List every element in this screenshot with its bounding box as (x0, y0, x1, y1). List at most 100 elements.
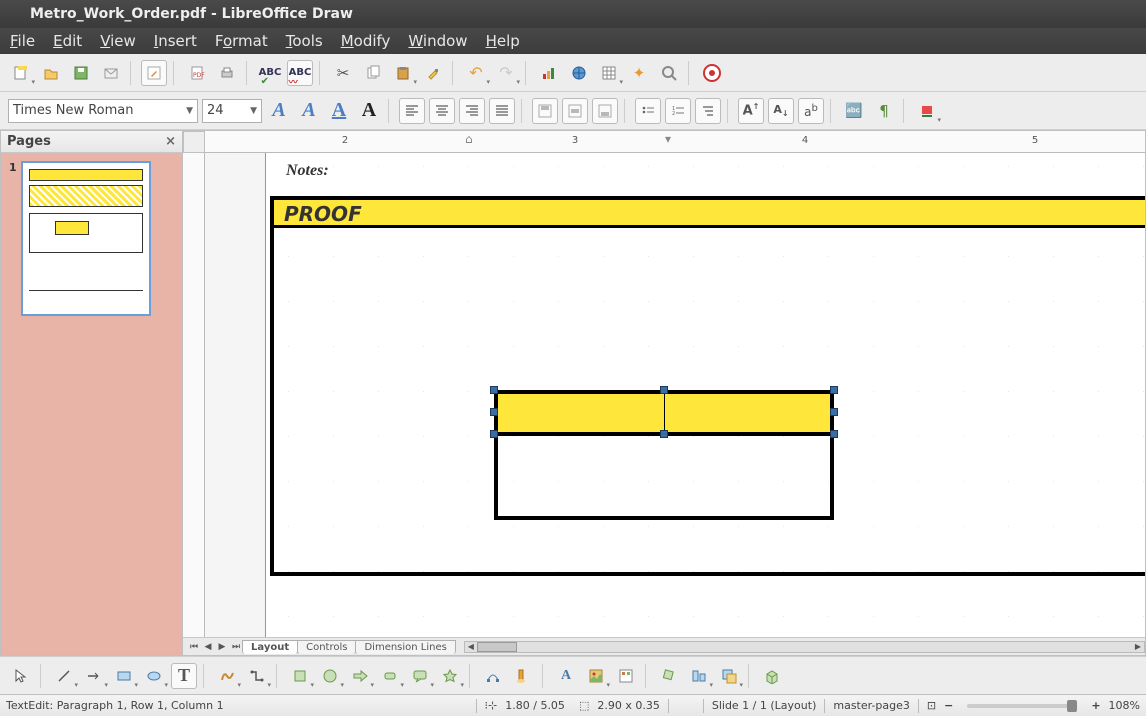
font-size-combo[interactable]: 24 ▼ (202, 99, 262, 123)
selection-handle[interactable] (830, 386, 838, 394)
selection-handle[interactable] (490, 386, 498, 394)
navigator-button[interactable]: ✦ (626, 60, 652, 86)
proof-frame[interactable]: PROOF (270, 196, 1145, 576)
selection-handle[interactable] (660, 430, 668, 438)
tab-nav-last[interactable]: ⏭ (229, 642, 243, 652)
numbering-button[interactable]: 12 (665, 98, 691, 124)
menu-edit[interactable]: Edit (53, 32, 82, 50)
valign-center-button[interactable] (562, 98, 588, 124)
align-center-button[interactable] (429, 98, 455, 124)
paragraph-button[interactable]: ¶ (871, 98, 897, 124)
tab-nav-next[interactable]: ▶ (215, 642, 229, 652)
new-button[interactable] (8, 60, 34, 86)
pages-thumbnails[interactable]: 1 (1, 153, 182, 655)
copy-button[interactable] (360, 60, 386, 86)
arrange-tool[interactable] (716, 663, 742, 689)
arrow-tool[interactable] (81, 663, 107, 689)
hyperlink-button[interactable] (566, 60, 592, 86)
selection-handle[interactable] (490, 408, 498, 416)
connector-tool[interactable] (244, 663, 270, 689)
outline-button[interactable] (695, 98, 721, 124)
open-button[interactable] (38, 60, 64, 86)
line-tool[interactable] (51, 663, 77, 689)
highlight-color-button[interactable] (914, 98, 940, 124)
horizontal-ruler[interactable]: ⌂ ▾ 2 3 4 5 (205, 131, 1145, 153)
selection-handle[interactable] (830, 430, 838, 438)
help-button[interactable] (699, 60, 725, 86)
curve-tool[interactable] (214, 663, 240, 689)
menu-view[interactable]: View (100, 32, 136, 50)
selection-handle[interactable] (490, 430, 498, 438)
block-arrows-tool[interactable] (347, 663, 373, 689)
cut-button[interactable]: ✂ (330, 60, 356, 86)
text-tool[interactable]: T (171, 663, 197, 689)
fontwork-tool[interactable]: A (553, 663, 579, 689)
format-paintbrush-button[interactable] (420, 60, 446, 86)
status-slide[interactable]: Slide 1 / 1 (Layout) (712, 699, 817, 712)
zoom-button[interactable] (656, 60, 682, 86)
print-button[interactable] (214, 60, 240, 86)
email-button[interactable] (98, 60, 124, 86)
tab-dimension-lines[interactable]: Dimension Lines (355, 640, 455, 654)
status-zoom[interactable]: 108% (1109, 699, 1140, 712)
font-color-button[interactable]: A (356, 98, 382, 124)
status-master[interactable]: master-page3 (833, 699, 910, 712)
stars-tool[interactable] (437, 663, 463, 689)
tab-layout[interactable]: Layout (242, 640, 298, 654)
flowchart-tool[interactable] (377, 663, 403, 689)
vertical-ruler[interactable] (183, 153, 205, 637)
valign-bottom-button[interactable] (592, 98, 618, 124)
glue-points-tool[interactable] (510, 663, 536, 689)
selected-table[interactable] (494, 390, 834, 520)
spellcheck-button[interactable]: ABC✔ (257, 60, 283, 86)
basic-shapes-tool[interactable] (287, 663, 313, 689)
undo-button[interactable]: ↶ (463, 60, 489, 86)
auto-spellcheck-button[interactable]: ABC〰 (287, 60, 313, 86)
export-pdf-button[interactable]: PDF (184, 60, 210, 86)
menu-modify[interactable]: Modify (341, 32, 391, 50)
horizontal-scrollbar[interactable]: ◀ ▶ (464, 641, 1145, 653)
superscript-button[interactable]: ab (798, 98, 824, 124)
symbol-shapes-tool[interactable] (317, 663, 343, 689)
tab-nav-prev[interactable]: ◀ (201, 642, 215, 652)
tab-nav-first[interactable]: ⏮ (187, 642, 201, 652)
tab-controls[interactable]: Controls (297, 640, 356, 654)
points-tool[interactable] (480, 663, 506, 689)
menu-insert[interactable]: Insert (154, 32, 197, 50)
save-button[interactable] (68, 60, 94, 86)
menu-tools[interactable]: Tools (286, 32, 323, 50)
character-button[interactable]: 🔤 (841, 98, 867, 124)
menu-format[interactable]: Format (215, 32, 268, 50)
align-right-button[interactable] (459, 98, 485, 124)
page-thumbnail-1[interactable] (21, 161, 151, 316)
edit-file-button[interactable] (141, 60, 167, 86)
font-name-combo[interactable]: Times New Roman ▼ (8, 99, 198, 123)
zoom-in-icon[interactable]: + (1091, 699, 1100, 712)
bullets-button[interactable] (635, 98, 661, 124)
selection-handle[interactable] (660, 386, 668, 394)
selection-handle[interactable] (830, 408, 838, 416)
menu-window[interactable]: Window (408, 32, 467, 50)
select-tool[interactable] (8, 663, 34, 689)
gallery-tool[interactable] (613, 663, 639, 689)
bold-button[interactable]: A (266, 98, 292, 124)
justify-button[interactable] (489, 98, 515, 124)
align-left-button[interactable] (399, 98, 425, 124)
ellipse-tool[interactable] (141, 663, 167, 689)
effects-tool[interactable] (656, 663, 682, 689)
callouts-tool[interactable] (407, 663, 433, 689)
zoom-slider-knob[interactable] (1067, 700, 1077, 712)
increase-font-button[interactable]: A↑ (738, 98, 764, 124)
page[interactable]: Notes: PROOF (265, 153, 1145, 637)
chart-button[interactable] (536, 60, 562, 86)
zoom-out-icon[interactable]: − (944, 699, 953, 712)
valign-top-button[interactable] (532, 98, 558, 124)
scrollbar-thumb[interactable] (477, 642, 517, 652)
rectangle-tool[interactable] (111, 663, 137, 689)
paste-button[interactable] (390, 60, 416, 86)
table-button[interactable] (596, 60, 622, 86)
zoom-fit-icon[interactable]: ⊡ (927, 699, 936, 712)
underline-button[interactable]: A (326, 98, 352, 124)
zoom-slider[interactable] (967, 704, 1077, 708)
drawing-canvas[interactable]: Notes: PROOF (205, 153, 1145, 637)
